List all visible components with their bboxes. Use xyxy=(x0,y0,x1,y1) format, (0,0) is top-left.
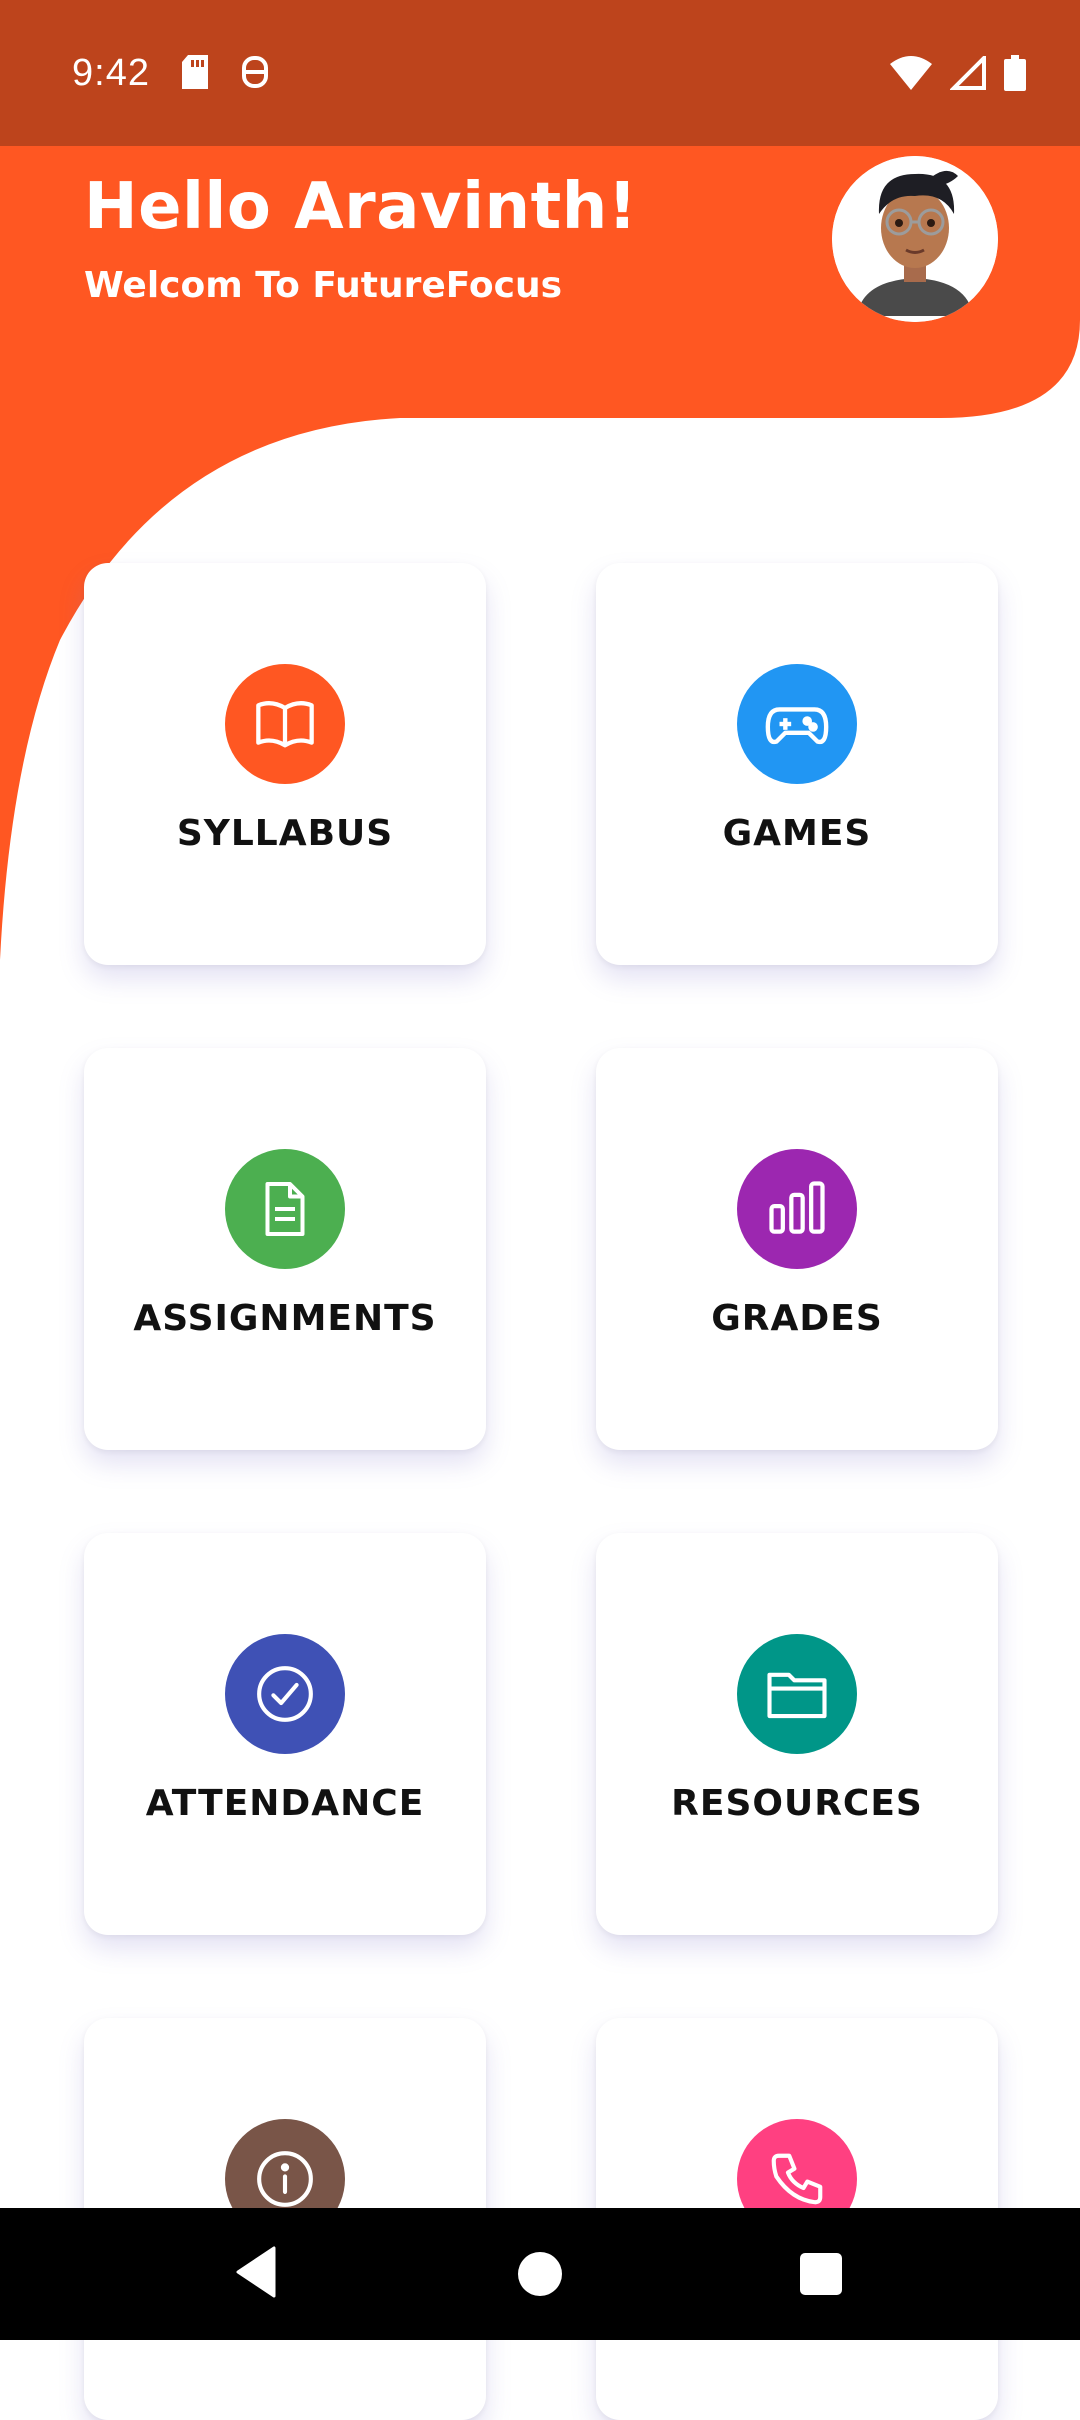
card-label: GAMES xyxy=(722,813,872,854)
check-circle-icon xyxy=(225,1634,345,1754)
welcome-subtitle: Welcom To FutureFocus xyxy=(84,265,563,306)
card-label: ASSIGNMENTS xyxy=(133,1298,437,1339)
status-bar: 9:42 xyxy=(0,0,1080,146)
card-attendance[interactable]: ATTENDANCE xyxy=(84,1533,486,1935)
card-grades[interactable]: GRADES xyxy=(596,1048,998,1450)
status-time: 9:42 xyxy=(72,52,150,94)
book-open-icon xyxy=(225,664,345,784)
sd-card-icon xyxy=(180,55,210,94)
card-games[interactable]: GAMES xyxy=(596,563,998,965)
back-icon[interactable] xyxy=(236,2246,276,2303)
card-label: SYLLABUS xyxy=(176,813,394,854)
wifi-icon xyxy=(890,56,932,95)
card-syllabus[interactable]: SYLLABUS xyxy=(84,563,486,965)
battery-icon xyxy=(1004,55,1026,96)
navigation-bar xyxy=(0,2208,1080,2340)
card-label: RESOURCES xyxy=(671,1783,923,1824)
recents-icon[interactable] xyxy=(800,2253,842,2295)
home-icon[interactable] xyxy=(518,2252,562,2296)
notification-app-icon xyxy=(240,55,270,94)
card-label: ATTENDANCE xyxy=(145,1783,425,1824)
card-assignments[interactable]: ASSIGNMENTS xyxy=(84,1048,486,1450)
cell-signal-icon xyxy=(949,53,986,95)
menu-grid: SYLLABUS GAMES ASSIGNMENTS GRADES ATTEND… xyxy=(0,0,1080,2420)
folder-icon xyxy=(737,1634,857,1754)
bar-chart-icon xyxy=(737,1149,857,1269)
gamepad-icon xyxy=(737,664,857,784)
document-icon xyxy=(225,1149,345,1269)
greeting-title: Hello Aravinth! xyxy=(84,170,638,244)
card-label: GRADES xyxy=(711,1298,883,1339)
avatar[interactable] xyxy=(832,156,998,322)
card-resources[interactable]: RESOURCES xyxy=(596,1533,998,1935)
